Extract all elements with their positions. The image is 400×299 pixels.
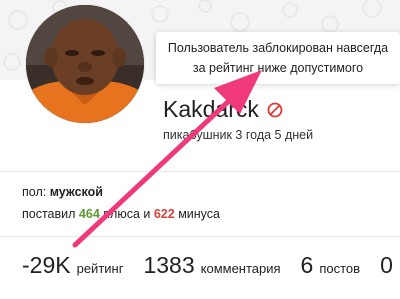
divider [0,236,400,237]
votes-line: поставил 464 плюса и 622 минуса [22,207,220,221]
avatar-image [26,5,144,123]
stats-row: -29K рейтинг 1383 комментария 6 постов 0 [22,252,393,279]
account-age: пикабушник 3 года 5 дней [163,128,314,142]
minus-count: 622 [153,207,175,221]
plus-count: 464 [78,207,100,221]
avatar[interactable] [26,5,144,123]
gender-line: пол: мужской [22,185,103,199]
divider [0,171,400,172]
posts-value[interactable]: 6 [301,252,314,279]
username-row: Kakdarck [163,96,283,123]
posts-label: постов [319,261,361,276]
tooltip-line-2: за рейтинг ниже допустимого [192,61,364,75]
username[interactable]: Kakdarck [163,96,259,123]
ban-icon[interactable] [267,102,283,118]
extra-value[interactable]: 0 [380,252,393,279]
rating-value[interactable]: -29K [22,252,71,279]
tooltip-line-1: Пользователь заблокирован навсегда [167,41,389,55]
ban-tooltip: Пользователь заблокирован навсегда за ре… [156,32,400,84]
rating-label: рейтинг [76,261,124,276]
comments-value[interactable]: 1383 [143,252,194,279]
comments-label: комментария [200,261,281,276]
votes-prefix: поставил [22,207,76,221]
minus-label: минуса [178,207,220,221]
gender-label: пол: [22,185,47,199]
plus-label: плюса и [103,207,151,221]
gender-value: мужской [49,185,103,199]
